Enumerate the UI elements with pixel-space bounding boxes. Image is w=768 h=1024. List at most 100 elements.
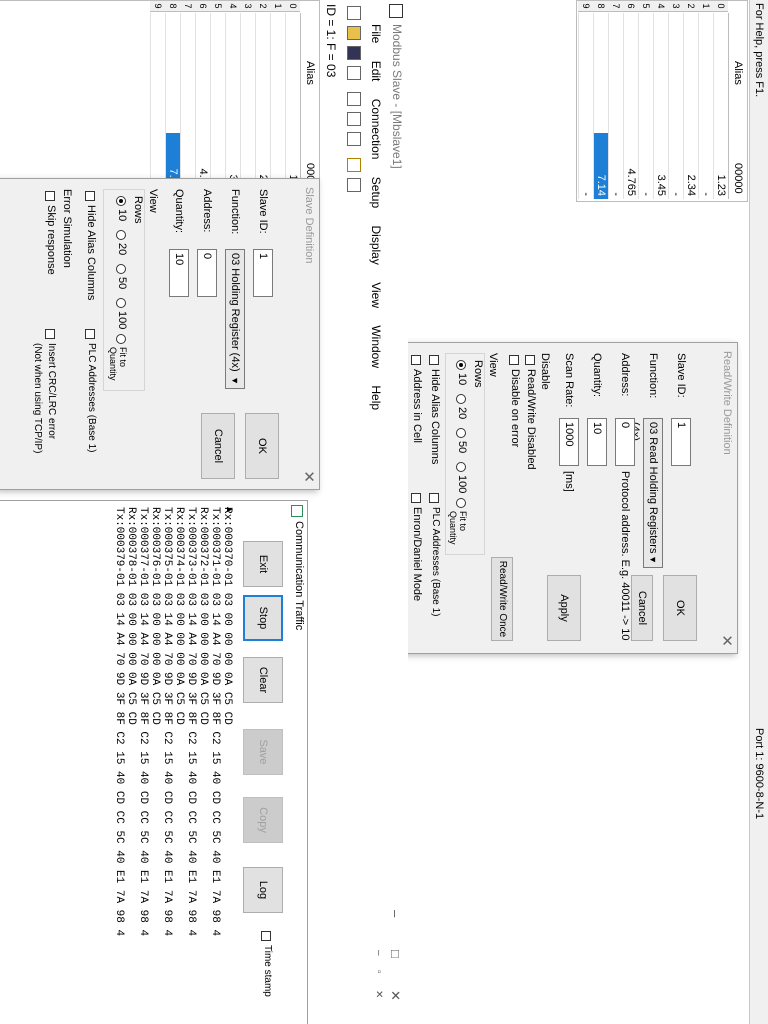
alias-cell[interactable] xyxy=(578,13,593,133)
function-select[interactable]: 03 Read Holding Registers (4x) ▼ xyxy=(629,418,663,568)
enron-checkbox[interactable] xyxy=(411,493,421,503)
menu-display[interactable]: Display xyxy=(369,225,383,264)
stop-button[interactable]: Stop xyxy=(243,595,283,641)
disconnect-icon[interactable] xyxy=(347,132,361,146)
minimize-icon[interactable]: – xyxy=(384,910,406,917)
quantity-input[interactable]: 10 xyxy=(169,249,189,297)
ok-button[interactable]: OK xyxy=(245,413,279,479)
menu-edit[interactable]: Edit xyxy=(369,61,383,82)
function-select[interactable]: 03 Holding Register (4x) ▼ xyxy=(225,249,245,389)
value-cell[interactable]: 7.14 xyxy=(593,133,608,199)
alias-cell[interactable] xyxy=(668,13,683,133)
alias-cell[interactable] xyxy=(165,13,180,133)
rows-10-radio[interactable] xyxy=(456,360,466,370)
maximize-icon[interactable]: □ xyxy=(384,950,406,958)
alias-cell[interactable] xyxy=(285,13,300,133)
alias-cell[interactable] xyxy=(270,13,285,133)
print-icon[interactable] xyxy=(347,66,361,80)
child-restore-icon[interactable]: ▫ xyxy=(373,970,384,974)
skip-response-checkbox[interactable] xyxy=(45,191,55,201)
alias-cell[interactable] xyxy=(683,13,698,133)
disable-on-error-checkbox[interactable] xyxy=(509,355,519,365)
clear-button[interactable]: Clear xyxy=(243,657,283,703)
alias-cell[interactable] xyxy=(210,13,225,133)
cancel-button[interactable]: Cancel xyxy=(201,413,235,479)
menu-help[interactable]: Help xyxy=(369,385,383,410)
child-close-icon[interactable]: ✕ xyxy=(373,990,384,998)
help-icon[interactable] xyxy=(347,178,361,192)
hide-alias-checkbox[interactable] xyxy=(429,355,439,365)
child-minimize-icon[interactable]: – xyxy=(373,950,384,956)
alias-cell[interactable] xyxy=(653,13,668,133)
scan-rate-input[interactable]: 1000 xyxy=(559,418,579,466)
alias-cell[interactable] xyxy=(638,13,653,133)
menu-setup[interactable]: Setup xyxy=(369,177,383,208)
rows-50-radio[interactable] xyxy=(456,428,466,438)
value-cell[interactable]: 4.765 xyxy=(623,133,638,199)
alias-cell[interactable] xyxy=(195,13,210,133)
menu-file[interactable]: File xyxy=(369,24,383,43)
row-number: 4 xyxy=(225,1,240,12)
rows-20-radio[interactable] xyxy=(116,230,126,240)
alias-cell[interactable] xyxy=(180,13,195,133)
rows-20-radio[interactable] xyxy=(456,394,466,404)
menu-connection[interactable]: Connection xyxy=(369,99,383,160)
alias-cell[interactable] xyxy=(698,13,713,133)
value-cell[interactable]: - xyxy=(698,133,713,199)
key-icon[interactable] xyxy=(347,158,361,172)
alias-cell[interactable] xyxy=(150,13,165,133)
save-icon[interactable] xyxy=(347,46,361,60)
menu-view[interactable]: View xyxy=(369,282,383,308)
hide-alias-checkbox[interactable] xyxy=(85,191,95,201)
rows-fit-radio[interactable] xyxy=(116,334,126,344)
value-cell[interactable]: - xyxy=(638,133,653,199)
rows-fit-radio[interactable] xyxy=(456,498,466,508)
alias-cell[interactable] xyxy=(713,13,728,133)
slave-id-input[interactable]: 1 xyxy=(671,418,691,466)
alias-cell[interactable] xyxy=(240,13,255,133)
value-cell[interactable]: 3.45 xyxy=(653,133,668,199)
address-input[interactable]: 0 xyxy=(197,249,217,297)
save-button[interactable]: Save xyxy=(243,729,283,775)
value-cell[interactable]: - xyxy=(668,133,683,199)
plc-addresses-checkbox[interactable] xyxy=(429,493,439,503)
alias-cell[interactable] xyxy=(255,13,270,133)
rows-100-radio[interactable] xyxy=(116,298,126,308)
connect-icon[interactable] xyxy=(347,112,361,126)
open-icon[interactable] xyxy=(347,26,361,40)
value-cell[interactable]: - xyxy=(608,133,623,199)
menu-window[interactable]: Window xyxy=(369,325,383,368)
exit-button[interactable]: Exit xyxy=(243,541,283,587)
timestamp-checkbox[interactable] xyxy=(261,931,271,941)
value-cell[interactable]: 2.34 xyxy=(683,133,698,199)
quantity-input[interactable]: 10 xyxy=(587,418,607,466)
new-icon[interactable] xyxy=(347,6,361,20)
close-icon[interactable]: ✕ xyxy=(718,634,736,647)
insert-crc-checkbox[interactable] xyxy=(45,329,55,339)
cancel-button[interactable]: Cancel xyxy=(631,575,653,641)
address-input[interactable]: 0 xyxy=(615,418,635,466)
rows-100-radio[interactable] xyxy=(456,462,466,472)
rw-disabled-checkbox[interactable] xyxy=(525,355,535,365)
skip-response-label: Skip response xyxy=(45,205,57,275)
slave-id-label: Slave ID: xyxy=(257,189,269,234)
slave-id-input[interactable]: 1 xyxy=(253,249,273,297)
log-button[interactable]: Log xyxy=(243,867,283,913)
alias-cell[interactable] xyxy=(623,13,638,133)
alias-cell[interactable] xyxy=(608,13,623,133)
ok-button[interactable]: OK xyxy=(663,575,697,641)
value-cell[interactable]: 1.23 xyxy=(713,133,728,199)
read-write-once-button[interactable]: Read/Write Once xyxy=(491,557,513,641)
copy-button[interactable]: Copy xyxy=(243,797,283,843)
plc-addresses-checkbox[interactable] xyxy=(85,329,95,339)
address-in-cell-checkbox[interactable] xyxy=(411,355,421,365)
alias-cell[interactable] xyxy=(225,13,240,133)
alias-cell[interactable] xyxy=(593,13,608,133)
window-icon[interactable] xyxy=(347,92,361,106)
rows-10-radio[interactable] xyxy=(116,196,126,206)
value-cell[interactable]: - xyxy=(578,133,593,199)
close-window-icon[interactable]: ✕ xyxy=(384,990,406,1001)
apply-button[interactable]: Apply xyxy=(547,575,581,641)
close-icon[interactable]: ✕ xyxy=(300,470,318,483)
rows-50-radio[interactable] xyxy=(116,264,126,274)
